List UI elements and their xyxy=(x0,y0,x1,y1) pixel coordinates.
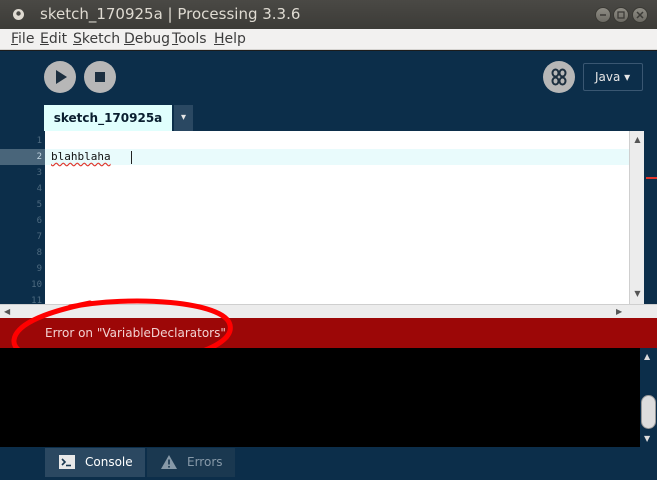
code-editor[interactable]: blahblaha xyxy=(45,131,629,304)
debug-icon xyxy=(551,68,567,86)
tab-console-label: Console xyxy=(85,455,133,469)
menu-debug[interactable]: Debug xyxy=(124,30,170,49)
stop-icon xyxy=(95,72,105,82)
editor-vertical-scrollbar[interactable]: ▲ ▼ xyxy=(629,131,644,304)
tab-sketch[interactable]: sketch_170925a xyxy=(44,105,172,131)
line-number: 7 xyxy=(36,232,42,242)
menu-bar: File Edit Sketch Debug Tools Help xyxy=(0,29,657,50)
tab-errors-label: Errors xyxy=(187,455,223,469)
console-scrollbar[interactable]: ▲ ▼ xyxy=(640,348,657,447)
window-title: sketch_170925a | Processing 3.3.6 xyxy=(40,5,301,23)
line-number: 10 xyxy=(31,280,42,290)
line-number: 9 xyxy=(36,264,42,274)
minimize-icon[interactable] xyxy=(595,7,611,23)
toolbar: Java ▾ sketch_170925a ▾ xyxy=(0,51,657,131)
warning-icon xyxy=(161,455,177,469)
tab-menu-button[interactable]: ▾ xyxy=(174,105,193,131)
debug-button[interactable] xyxy=(543,61,575,93)
scroll-down-icon[interactable]: ▼ xyxy=(644,434,650,443)
line-number: 1 xyxy=(36,136,42,146)
stop-button[interactable] xyxy=(84,61,116,93)
title-bar: sketch_170925a | Processing 3.3.6 xyxy=(0,0,657,29)
app-icon xyxy=(13,9,24,20)
run-icon xyxy=(56,70,67,84)
code-line: blahblaha xyxy=(51,150,111,163)
scroll-up-icon[interactable]: ▲ xyxy=(633,135,642,144)
line-number: 6 xyxy=(36,216,42,226)
line-number: 3 xyxy=(36,168,42,178)
scrollbar-thumb[interactable] xyxy=(641,395,656,429)
terminal-icon xyxy=(59,455,75,469)
close-icon[interactable] xyxy=(632,7,648,23)
maximize-icon[interactable] xyxy=(613,7,629,23)
line-number: 8 xyxy=(36,248,42,258)
run-button[interactable] xyxy=(44,61,76,93)
console-output[interactable] xyxy=(0,348,640,447)
menu-help[interactable]: Help xyxy=(214,30,246,49)
footer-tabs: Console Errors xyxy=(0,447,657,480)
line-number-gutter: 1 2 3 4 5 6 7 8 9 10 11 xyxy=(0,131,45,304)
menu-edit[interactable]: Edit xyxy=(40,30,67,49)
error-marker[interactable] xyxy=(646,177,657,179)
menu-sketch[interactable]: Sketch xyxy=(73,30,120,49)
tab-console[interactable]: Console xyxy=(45,448,145,477)
line-number: 2 xyxy=(36,152,42,162)
tab-errors[interactable]: Errors xyxy=(147,448,235,477)
current-line-highlight xyxy=(45,149,629,165)
scroll-down-icon[interactable]: ▼ xyxy=(633,289,642,298)
menu-tools[interactable]: Tools xyxy=(172,30,207,49)
text-caret xyxy=(131,151,132,164)
line-number: 4 xyxy=(36,184,42,194)
menu-file[interactable]: File xyxy=(11,30,34,49)
mode-selector[interactable]: Java ▾ xyxy=(583,63,643,91)
error-marker-column xyxy=(644,131,657,304)
scroll-right-icon[interactable]: ▶ xyxy=(616,307,622,316)
scroll-up-icon[interactable]: ▲ xyxy=(644,352,650,361)
code-line-2: blahblaha xyxy=(51,150,111,163)
line-number: 5 xyxy=(36,200,42,210)
